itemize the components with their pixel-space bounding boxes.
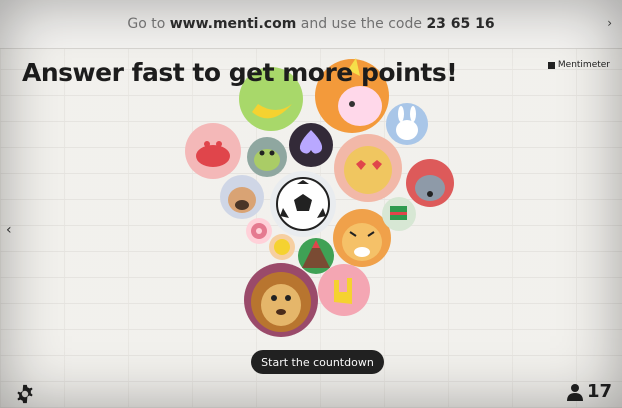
person-icon (566, 383, 583, 401)
gear-icon[interactable] (14, 383, 36, 405)
lion-avatar (244, 263, 318, 337)
heart-eyes-avatar (334, 134, 402, 202)
pug-avatar (220, 175, 264, 219)
slide-title: Answer fast to get more points! (22, 58, 458, 87)
participant-count: 17 (566, 381, 612, 402)
previous-arrow-icon[interactable]: ‹ (6, 222, 12, 238)
flag-avatar (382, 197, 416, 231)
participant-count-value: 17 (586, 381, 612, 402)
presentation-screen: Go to www.menti.com and use the code 23 … (0, 0, 622, 408)
tiger-avatar (333, 209, 391, 267)
bunny-avatar (386, 103, 428, 145)
wolf-avatar (406, 159, 454, 207)
spade-avatar (289, 123, 333, 167)
crab-avatar (185, 123, 241, 179)
logo-mark-icon (547, 61, 555, 69)
soccer-ball-avatar (270, 171, 336, 237)
start-countdown-button[interactable]: Start the countdown (251, 350, 384, 374)
brand-name: Mentimeter (557, 60, 610, 70)
donut-avatar (246, 218, 272, 244)
frog-avatar (247, 137, 287, 177)
rock-hand-avatar (318, 264, 370, 316)
mentimeter-logo: Mentimeter (547, 60, 610, 70)
volcano-avatar (298, 238, 334, 274)
emoji-avatar (269, 234, 295, 260)
